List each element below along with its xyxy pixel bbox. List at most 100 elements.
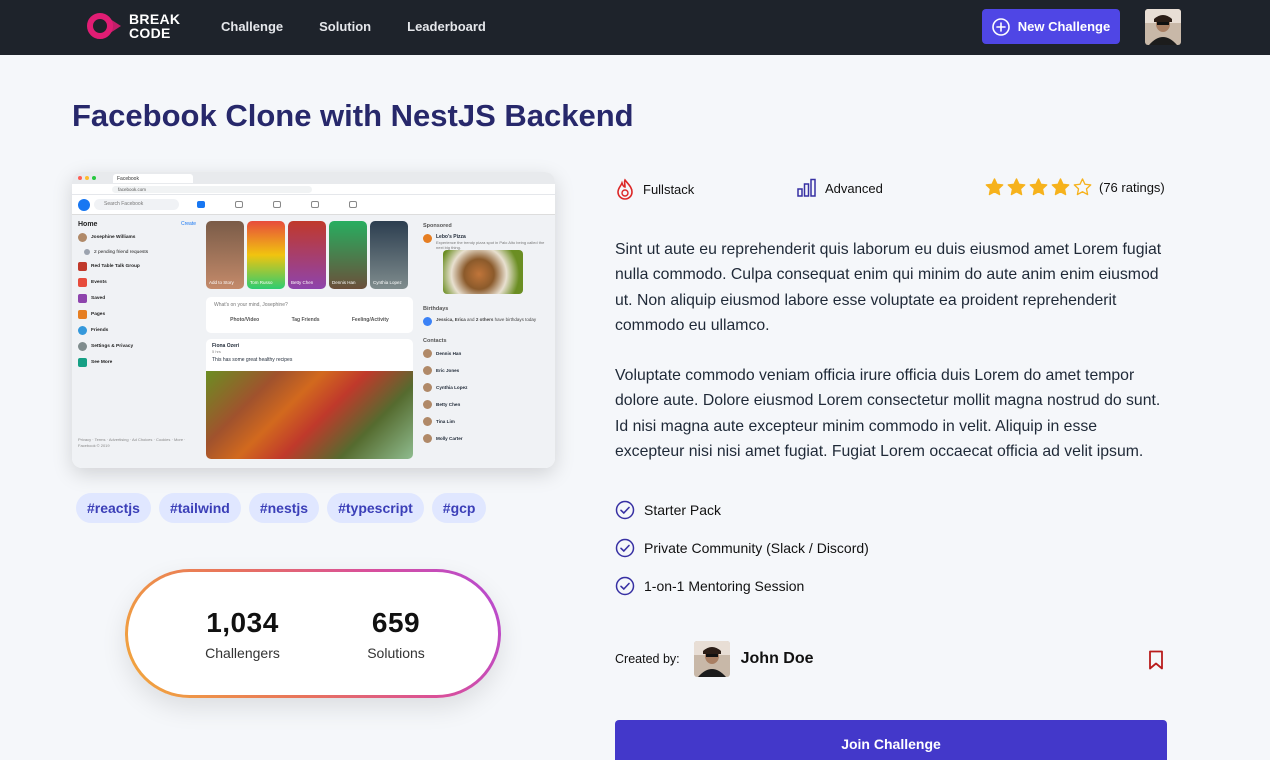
preview-user: Josephine Williams [91, 235, 136, 240]
contact-name: Eric Jones [436, 368, 460, 373]
tag-nestjs[interactable]: #nestjs [248, 493, 320, 523]
sponsored-label: Sponsored [423, 223, 452, 229]
category-label: Fullstack [643, 181, 695, 197]
facebook-logo-icon [78, 198, 90, 211]
description-paragraph: Sint ut aute eu reprehenderit quis labor… [615, 241, 1162, 334]
feature-item: 1-on-1 Mentoring Session [615, 576, 804, 596]
contact-avatar [423, 383, 432, 392]
story-label: Tom Russo [250, 280, 273, 285]
preview-left-item: Friends [91, 328, 109, 333]
see-more-icon [78, 358, 87, 367]
post-image [206, 371, 413, 459]
birthday-text: have birthdays today [494, 317, 537, 322]
saved-icon [78, 294, 87, 303]
preview-feed: Add to Story Tom Russo Betty Chen Dennis… [202, 215, 417, 468]
creator-name[interactable]: John Doe [741, 650, 814, 668]
rating-stars [985, 178, 1092, 196]
feature-label: 1-on-1 Mentoring Session [644, 578, 805, 594]
description-paragraph: Voluptate commodo veniam officia irure o… [615, 367, 1161, 460]
nav-leaderboard[interactable]: Leaderboard [407, 19, 486, 34]
tag-reactjs[interactable]: #reactjs [76, 493, 151, 523]
feature-item: Starter Pack [615, 500, 721, 520]
contact-avatar [423, 434, 432, 443]
group-icon [78, 262, 87, 271]
bookmark-button[interactable] [1147, 650, 1165, 670]
logo-line2: CODE [129, 25, 171, 41]
logo[interactable]: BREAK CODE [87, 11, 180, 41]
ad-logo-icon [423, 234, 432, 243]
plus-circle-icon [991, 17, 1010, 36]
bar-chart-icon [797, 178, 816, 197]
preview-post: Fiona Ozeri 5 hrs This has some great he… [206, 339, 413, 459]
birthday-others: 2 others [475, 317, 494, 322]
join-challenge-label: Join Challenge [841, 736, 941, 752]
logo-icon [87, 11, 127, 41]
window-maximize-dot [92, 176, 96, 180]
post-time: 5 hrs [212, 349, 221, 354]
preview-nav-icons [197, 201, 357, 208]
contact-avatar [423, 366, 432, 375]
check-badge-icon [615, 576, 635, 596]
nav-challenge[interactable]: Challenge [221, 19, 283, 34]
story-label: Betty Chen [291, 280, 314, 285]
new-challenge-label: New Challenge [1017, 19, 1111, 34]
stat-challengers: 1,034 Challengers [200, 607, 285, 661]
preview-right-sidebar: Sponsored Lebo's Pizza Experience the tr… [417, 215, 555, 468]
preview-footer: Privacy · Terms · Advertising · Ad Choic… [78, 437, 186, 448]
friends-icon [78, 326, 87, 335]
home-icon [197, 201, 205, 208]
feature-label: Private Community (Slack / Discord) [644, 540, 869, 556]
contact-name: Dennis Han [436, 351, 462, 356]
story-card: Tom Russo [247, 221, 285, 289]
stat-label: Solutions [367, 645, 425, 661]
watch-icon [235, 201, 243, 208]
composer-action: Feeling/Activity [351, 317, 389, 323]
feature-label: Starter Pack [644, 502, 722, 518]
bookmark-icon [1149, 650, 1163, 670]
tag-gcp[interactable]: #gcp [431, 493, 487, 523]
story-card: Add to Story [206, 221, 244, 289]
stats-card: 1,034 Challengers 659 Solutions [125, 569, 501, 698]
preview-search: Search Facebook [94, 199, 179, 210]
settings-icon [78, 342, 87, 351]
post-text: This has some great healthy recipes [212, 357, 293, 363]
friends-request-icon [84, 249, 90, 255]
gift-icon [423, 317, 432, 326]
new-challenge-button[interactable]: New Challenge [982, 9, 1120, 44]
check-badge-icon [615, 500, 635, 520]
contact-name: Betty Chen [436, 402, 461, 407]
nav-solution[interactable]: Solution [319, 19, 371, 34]
preview-create-link: Create [180, 221, 196, 227]
birthday-names: Jessica, Erica [436, 317, 466, 322]
marketplace-icon [273, 201, 281, 208]
groups-icon [311, 201, 319, 208]
gaming-icon [349, 201, 357, 208]
challenge-preview-image: Facebook facebook.com Search Facebook Ho… [72, 172, 555, 468]
rating-count: (76 ratings) [1099, 179, 1165, 195]
ad-text: Experience the trendy pizza spot in Palo… [436, 240, 545, 250]
logo-line1: BREAK [129, 11, 181, 27]
browser-url: facebook.com [112, 185, 312, 193]
preview-composer: What's on your mind, Josephine? Photo/Vi… [206, 297, 413, 333]
preview-stories: Add to Story Tom Russo Betty Chen Dennis… [206, 221, 413, 289]
preview-left-item: Events [91, 280, 107, 285]
preview-left-item: Saved [91, 296, 106, 301]
user-avatar[interactable] [1145, 9, 1181, 45]
star-filled-icon [1007, 178, 1026, 196]
contact-name: Molly Carter [436, 436, 463, 441]
pages-icon [78, 310, 87, 319]
birthday-and: and [467, 317, 475, 322]
contact-avatar [423, 417, 432, 426]
preview-left-sidebar: Home Create Josephine Williams 2 pending… [72, 215, 202, 468]
check-badge-icon [615, 538, 635, 558]
contact-avatar [423, 349, 432, 358]
story-card: Cynthia Lopez [370, 221, 408, 289]
story-label: Dennis Han [332, 280, 356, 285]
creator-avatar[interactable] [693, 641, 730, 677]
tag-tailwind[interactable]: #tailwind [158, 493, 241, 523]
fire-icon [617, 178, 633, 200]
contact-avatar [423, 400, 432, 409]
join-challenge-button[interactable]: Join Challenge [615, 720, 1167, 760]
ad-image [443, 250, 523, 294]
tag-typescript[interactable]: #typescript [327, 493, 424, 523]
